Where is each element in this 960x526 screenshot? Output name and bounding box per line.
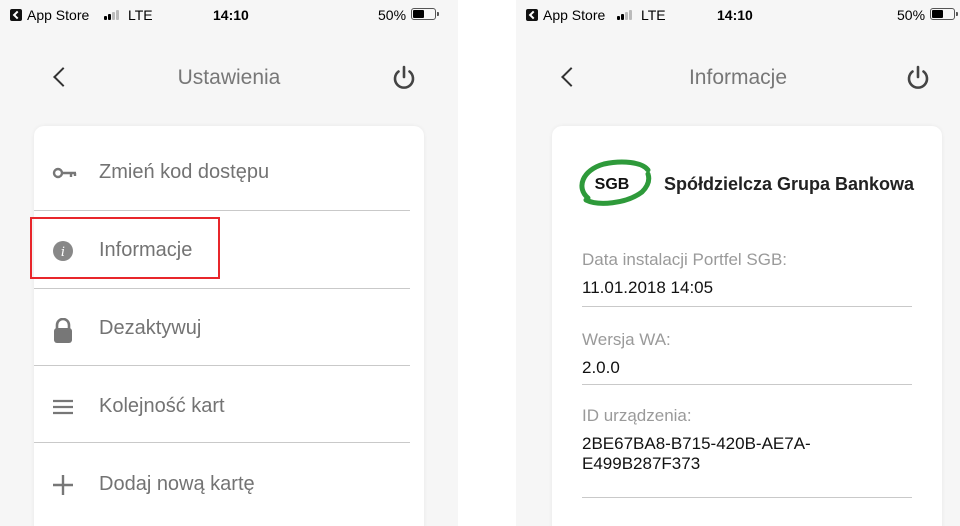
logout-button[interactable]: [904, 64, 932, 92]
battery-percent: 50%: [897, 7, 926, 23]
menu-label: Kolejność kart: [99, 395, 225, 417]
signal-icon: [617, 9, 633, 20]
lock-icon: [52, 317, 74, 343]
divider: [582, 384, 912, 385]
settings-menu: Zmień kod dostępu i Informacje Dezaktywu…: [30, 126, 424, 526]
menu-item-change-code[interactable]: Zmień kod dostępu: [34, 126, 424, 204]
status-time: 14:10: [213, 7, 249, 23]
settings-screen: App Store LTE 14:10 50% Ustawienia Zmień…: [0, 0, 458, 526]
plus-icon: [52, 474, 74, 496]
menu-label: Dezaktywuj: [99, 317, 202, 339]
battery-icon: [411, 8, 439, 20]
status-bar: App Store LTE 14:10 50%: [516, 0, 960, 30]
key-icon: [52, 162, 77, 184]
menu-item-add-card[interactable]: Dodaj nową kartę: [34, 438, 424, 516]
device-id-line-2: E499B287F373: [582, 454, 701, 473]
status-bar: App Store LTE 14:10 50%: [0, 0, 458, 30]
nav-bar: Ustawienia: [0, 52, 458, 104]
menu-icon: [52, 396, 74, 418]
network-label: LTE: [128, 7, 153, 23]
status-app-label[interactable]: App Store: [27, 7, 89, 23]
power-icon: [907, 65, 929, 89]
battery-icon: [930, 8, 958, 20]
device-id-value: 2BE67BA8-B715-420B-AE7A- E499B287F373: [582, 434, 928, 474]
version-block: Wersja WA: 2.0.0: [582, 330, 928, 378]
nav-bar: Informacje: [516, 52, 960, 104]
sgb-logo: SGB: [579, 159, 652, 206]
install-date-label: Data instalacji Portfel SGB:: [582, 250, 788, 269]
network-label: LTE: [641, 7, 666, 23]
signal-icon: [104, 9, 120, 20]
page-title: Informacje: [688, 66, 788, 89]
device-id-line-1: 2BE67BA8-B715-420B-AE7A-: [582, 434, 811, 453]
divider: [582, 497, 912, 498]
logo-text: SGB: [595, 176, 630, 193]
menu-item-card-order[interactable]: Kolejność kart: [34, 360, 424, 438]
device-id-block: ID urządzenia: 2BE67BA8-B715-420B-AE7A- …: [582, 406, 928, 474]
logout-button[interactable]: [390, 64, 418, 92]
menu-label: Dodaj nową kartę: [99, 473, 255, 495]
battery-percent: 50%: [378, 7, 407, 23]
device-id-label: ID urządzenia:: [582, 406, 692, 425]
status-app-label[interactable]: App Store: [543, 7, 605, 23]
menu-item-deactivate[interactable]: Dezaktywuj: [34, 282, 424, 360]
install-date-value: 11.01.2018 14:05: [582, 278, 714, 297]
back-to-app-icon[interactable]: [526, 9, 538, 21]
back-to-app-icon[interactable]: [10, 9, 22, 21]
status-time: 14:10: [717, 7, 753, 23]
bank-name: Spółdzielcza Grupa Bankowa: [664, 174, 915, 194]
information-screen: App Store LTE 14:10 50% Informacje SGB S…: [516, 0, 960, 526]
highlight-box: [30, 217, 220, 279]
power-icon: [393, 65, 415, 89]
divider: [582, 306, 912, 307]
install-date-block: Data instalacji Portfel SGB: 11.01.2018 …: [582, 250, 928, 298]
information-card: SGB Spółdzielcza Grupa Bankowa Data inst…: [552, 126, 942, 526]
menu-label: Zmień kod dostępu: [99, 161, 270, 183]
version-label: Wersja WA:: [582, 330, 671, 349]
version-value: 2.0.0: [582, 358, 620, 377]
bank-logo-row: SGB Spółdzielcza Grupa Bankowa: [576, 152, 932, 212]
